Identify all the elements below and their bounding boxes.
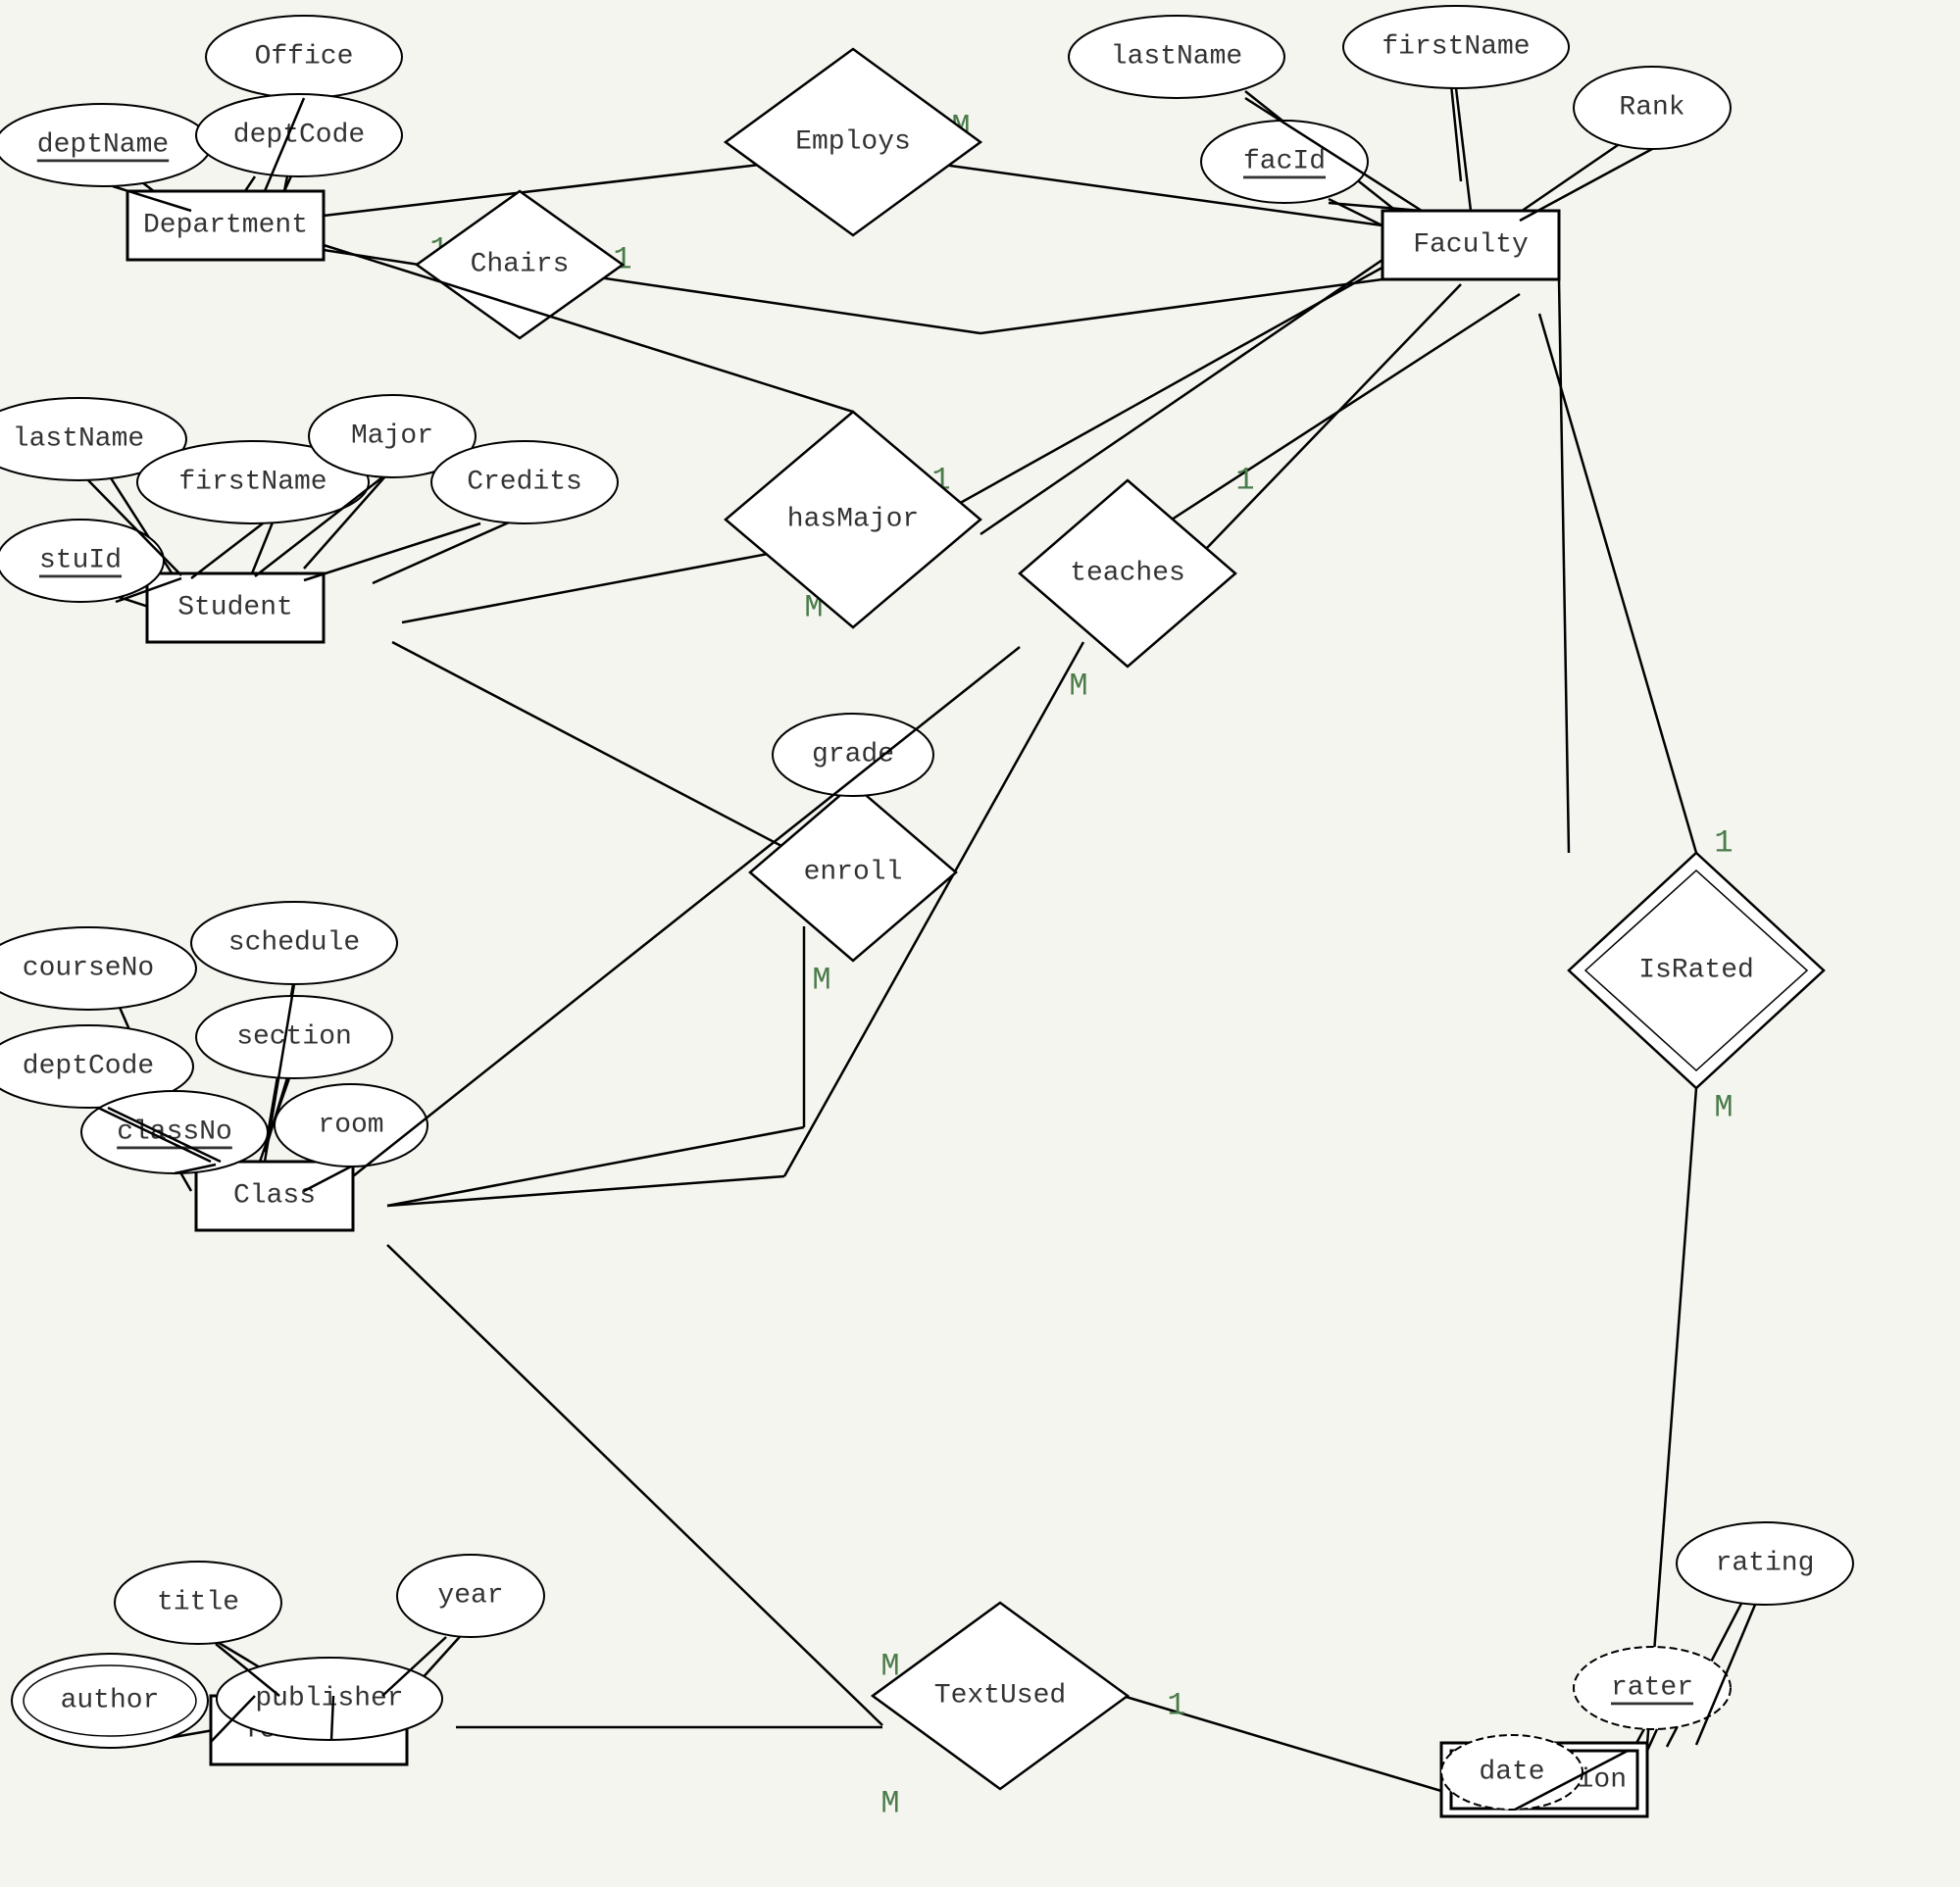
attr-publisher-label: publisher xyxy=(255,1684,403,1714)
line-teaches-faculty-top xyxy=(1172,294,1520,520)
mult-teaches-1: 1 xyxy=(1235,463,1254,499)
line-chairs-mid xyxy=(578,274,980,333)
attr-section-label: section xyxy=(236,1022,352,1053)
relation-enroll-label: enroll xyxy=(804,858,903,888)
attr-rating-label: rating xyxy=(1716,1549,1815,1579)
line-fac-hasmajor xyxy=(980,260,1382,534)
relation-employs-label: Employs xyxy=(795,127,911,158)
line-credits-stu2 xyxy=(304,523,480,580)
line-chairs-faculty xyxy=(980,279,1382,333)
line-fac-israted-v xyxy=(1559,279,1569,853)
entity-faculty-label: Faculty xyxy=(1413,230,1529,261)
attr-major-label: Major xyxy=(351,422,433,452)
mult-teaches-m: M xyxy=(1069,669,1087,705)
attr-year-label: year xyxy=(437,1581,503,1612)
attr-lastname-fac-label: lastName xyxy=(1111,42,1242,73)
line-enroll-class2 xyxy=(387,1127,804,1206)
relation-hasmajor-label: hasMajor xyxy=(787,505,919,535)
mult-textused-1: 1 xyxy=(1167,1688,1185,1724)
line-class-teaches xyxy=(353,647,1020,1176)
attr-credits-label: Credits xyxy=(467,468,582,498)
line-deptcode-dept2 xyxy=(245,176,255,191)
line-rank-fac2 xyxy=(1520,149,1652,221)
attr-firstname-stu-label: firstName xyxy=(178,468,327,498)
attr-schedule-label: schedule xyxy=(228,928,360,959)
line-stu-enroll xyxy=(392,642,804,858)
mult-israted-m: M xyxy=(1714,1090,1733,1126)
attr-deptname-label: deptName xyxy=(37,130,169,161)
attr-stuid-label: stuId xyxy=(39,546,122,576)
relation-textused-label: TextUsed xyxy=(934,1681,1066,1712)
attr-rank-label: Rank xyxy=(1619,93,1684,124)
line-dept-employs xyxy=(324,162,784,216)
attr-lastname-stu-label: lastName xyxy=(13,424,144,455)
line-stu-hasmajor xyxy=(402,549,794,622)
attr-date-label: date xyxy=(1479,1758,1544,1788)
attr-rater-label: rater xyxy=(1611,1673,1693,1704)
entity-department-label: Department xyxy=(143,211,308,241)
line-rank-fac xyxy=(1515,145,1618,216)
attr-grade-label: grade xyxy=(812,740,894,770)
relation-israted-label: IsRated xyxy=(1638,956,1754,986)
attr-facid-label: facId xyxy=(1243,147,1326,177)
line-faculty-israted xyxy=(1539,314,1696,853)
mult-israted-1: 1 xyxy=(1714,825,1733,862)
attr-courseno-label: courseNo xyxy=(23,954,154,984)
entity-student-label: Student xyxy=(177,593,293,623)
attr-author-label: author xyxy=(61,1686,160,1716)
line-firstname-fac xyxy=(1451,84,1461,181)
line-class-textused xyxy=(387,1245,882,1725)
attr-deptcode-label: deptCode xyxy=(233,121,365,151)
attr-office-label: Office xyxy=(255,42,354,73)
relation-chairs-label: Chairs xyxy=(471,250,570,280)
entity-class-label: Class xyxy=(233,1181,316,1212)
attr-firstname-fac-label: firstName xyxy=(1382,32,1530,63)
line-faculty-teaches xyxy=(1206,284,1461,549)
relation-teaches-label: teaches xyxy=(1070,559,1185,589)
attr-room-label: room xyxy=(318,1111,383,1141)
mult-textused-m2: M xyxy=(880,1786,899,1822)
attr-title-label: title xyxy=(157,1588,239,1618)
line-teaches-class2 xyxy=(387,1176,784,1206)
mult-enroll-m2: M xyxy=(812,963,830,999)
line-israted-eval xyxy=(1647,1088,1696,1745)
attr-deptcode-cls-label: deptCode xyxy=(23,1052,154,1082)
